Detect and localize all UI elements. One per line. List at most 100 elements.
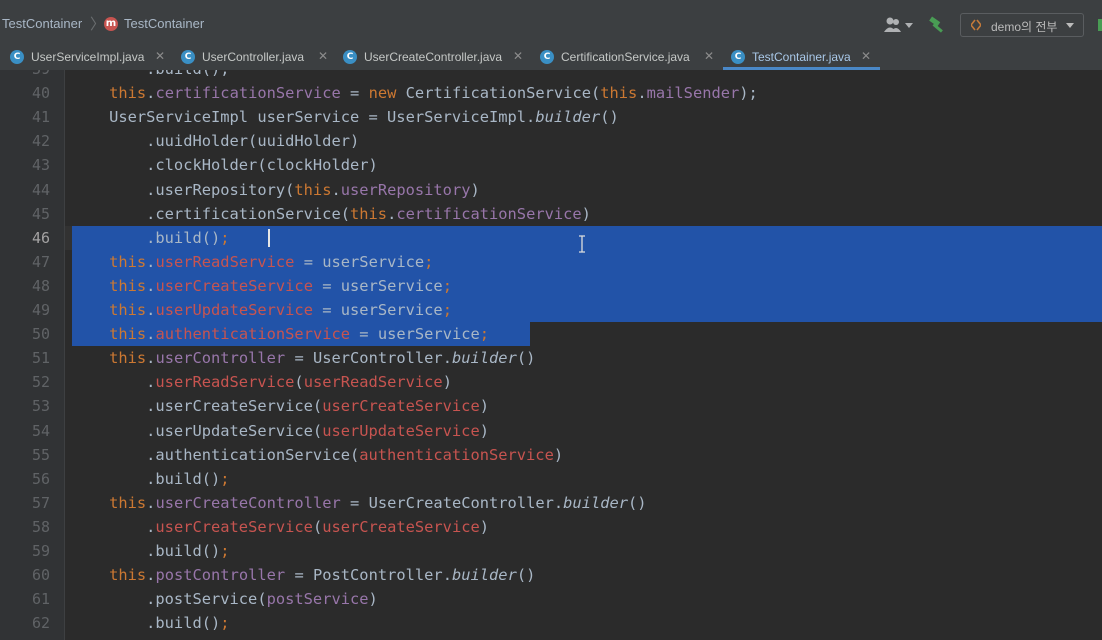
code-token: .certificationService( [72, 204, 350, 223]
code-line[interactable]: .userCreateService(userCreateService) [72, 397, 489, 415]
code-token: .build() [72, 469, 221, 488]
code-token: .clockHolder(clockHolder) [72, 156, 378, 175]
line-number-gutter: 39 40 41 42 43 44 45 46 47 48 49 50 51 52 53 54 55 56 57 58… [0, 70, 65, 640]
close-icon[interactable]: ✕ [318, 49, 328, 63]
run-config-label: demo의 전부 [991, 20, 1058, 34]
code-line[interactable]: .build(); [72, 469, 230, 488]
code-token: userCreateService [322, 397, 480, 416]
tab-testcontainer[interactable]: C TestContainer.java ✕ [723, 45, 880, 70]
run-configuration-dropdown[interactable]: demo의 전부 [960, 13, 1084, 37]
code-token: ; [442, 276, 452, 295]
code-token: ); [739, 84, 758, 103]
code-token: postController [155, 566, 286, 585]
code-token: = userService [294, 252, 425, 271]
code-token: userCreateService [155, 276, 313, 295]
line-number: 47 [31, 252, 50, 271]
code-token: () [516, 566, 536, 585]
line-number: 50 [31, 325, 50, 344]
tab-label: UserCreateController.java [364, 50, 503, 64]
code-token: . [637, 84, 647, 103]
code-line[interactable]: .clockHolder(clockHolder) [72, 156, 378, 174]
code-token: ) [479, 517, 490, 536]
line-number: 42 [31, 132, 50, 151]
code-token: this [109, 493, 147, 512]
close-icon[interactable]: ✕ [155, 49, 165, 63]
line-number: 56 [31, 469, 50, 488]
navigation-bar: TestContainer 〉 m TestContainer demo의 전부 [0, 0, 1102, 45]
code-token: ) [479, 421, 489, 440]
code-token: ) [442, 373, 452, 392]
code-line[interactable]: .postService(postService) [72, 590, 378, 608]
close-icon[interactable]: ✕ [861, 49, 871, 63]
code-line[interactable]: .uuidHolder(uuidHolder) [72, 132, 359, 150]
code-token: ) [368, 590, 378, 609]
breadcrumb-separator: 〉 [90, 15, 106, 33]
code-token: this [109, 276, 147, 295]
tab-certificationservice[interactable]: C CertificationService.java ✕ [540, 45, 720, 70]
code-line[interactable]: .authenticationService(authenticationSer… [72, 446, 563, 464]
code-line[interactable]: this. certificationService = new Certific… [72, 84, 758, 102]
code-token: builder [451, 566, 517, 585]
code-line[interactable]: .build(); [72, 614, 229, 632]
tab-usercreatecontroller[interactable]: C UserCreateController.java ✕ [343, 45, 528, 70]
code-token: CertificationService( [405, 84, 601, 103]
code-token: = UserController. [285, 349, 452, 368]
code-line[interactable]: .userCreateService(userCreateService) [72, 518, 489, 536]
code-editor[interactable]: 39 40 41 42 43 44 45 46 47 48 49 50 51 52 53 54 55 56 57 58… [0, 70, 1102, 640]
breadcrumb-project[interactable]: TestContainer [2, 16, 82, 31]
user-icon[interactable] [884, 17, 914, 33]
code-token: this [109, 325, 147, 344]
line-number: 53 [31, 397, 50, 416]
code-token: builder [535, 108, 601, 127]
line-number: 46 [31, 228, 50, 247]
code-token: = userService [350, 325, 480, 344]
code-token: ) [470, 180, 480, 199]
code-line[interactable]: this.userCreateController = UserCreateCo… [72, 494, 647, 512]
line-number: 45 [31, 204, 50, 223]
code-line[interactable]: this.userController = UserController.bui… [72, 349, 535, 367]
code-token: ; [220, 469, 230, 488]
tab-label: UserController.java [202, 50, 305, 64]
code-line[interactable]: this.postController = PostController.bui… [72, 566, 535, 584]
tab-userserviceimpl[interactable]: C UserServiceImpl.java ✕ [10, 45, 170, 70]
code-token: . [72, 517, 156, 536]
code-token: . [331, 180, 341, 199]
hammer-icon[interactable] [928, 15, 948, 35]
code-line[interactable]: .build(); [72, 70, 229, 78]
run-icon[interactable] [1098, 19, 1102, 31]
code-line[interactable]: .certificationService(this.certification… [72, 205, 591, 223]
line-number: 40 [31, 84, 50, 103]
line-number: 43 [31, 156, 50, 175]
code-token: . [387, 204, 397, 223]
tab-usercontroller[interactable]: C UserController.java ✕ [181, 45, 341, 70]
tab-label: TestContainer.java [752, 50, 851, 64]
tab-label: UserServiceImpl.java [31, 50, 145, 64]
tab-label: CertificationService.java [561, 50, 690, 64]
code-line[interactable]: .userUpdateService(userUpdateService) [72, 422, 489, 440]
close-icon[interactable]: ✕ [513, 49, 523, 63]
code-token: () [516, 349, 536, 368]
code-token: ; [479, 325, 490, 344]
code-line[interactable]: .build(); [72, 542, 229, 560]
code-token: ; [220, 228, 230, 247]
line-number: 62 [31, 614, 50, 633]
code-line[interactable]: this.userCreateService = userService; [72, 277, 452, 295]
code-line[interactable]: .userRepository(this.userRepository) [72, 181, 480, 199]
close-icon[interactable]: ✕ [704, 49, 714, 63]
code-token: authenticationService [155, 325, 351, 344]
code-token: ; [424, 252, 434, 271]
code-line[interactable]: UserServiceImpl userService = UserServic… [72, 108, 619, 126]
text-caret [268, 229, 270, 247]
code-token: this [294, 180, 332, 199]
breadcrumb-class[interactable]: TestContainer [124, 16, 204, 31]
code-token: certificationService [155, 84, 341, 103]
code-token: .uuidHolder(uuidHolder) [72, 132, 360, 151]
code-line[interactable]: this.userUpdateService = userService; [72, 301, 452, 319]
code-line[interactable]: .userReadService(userReadService) [72, 373, 452, 391]
code-line[interactable]: .build(); [72, 228, 230, 247]
code-token: = userService [312, 276, 443, 295]
code-line[interactable]: this.userReadService = userService; [72, 253, 433, 271]
code-line[interactable]: this.authenticationService = userService… [72, 325, 489, 343]
